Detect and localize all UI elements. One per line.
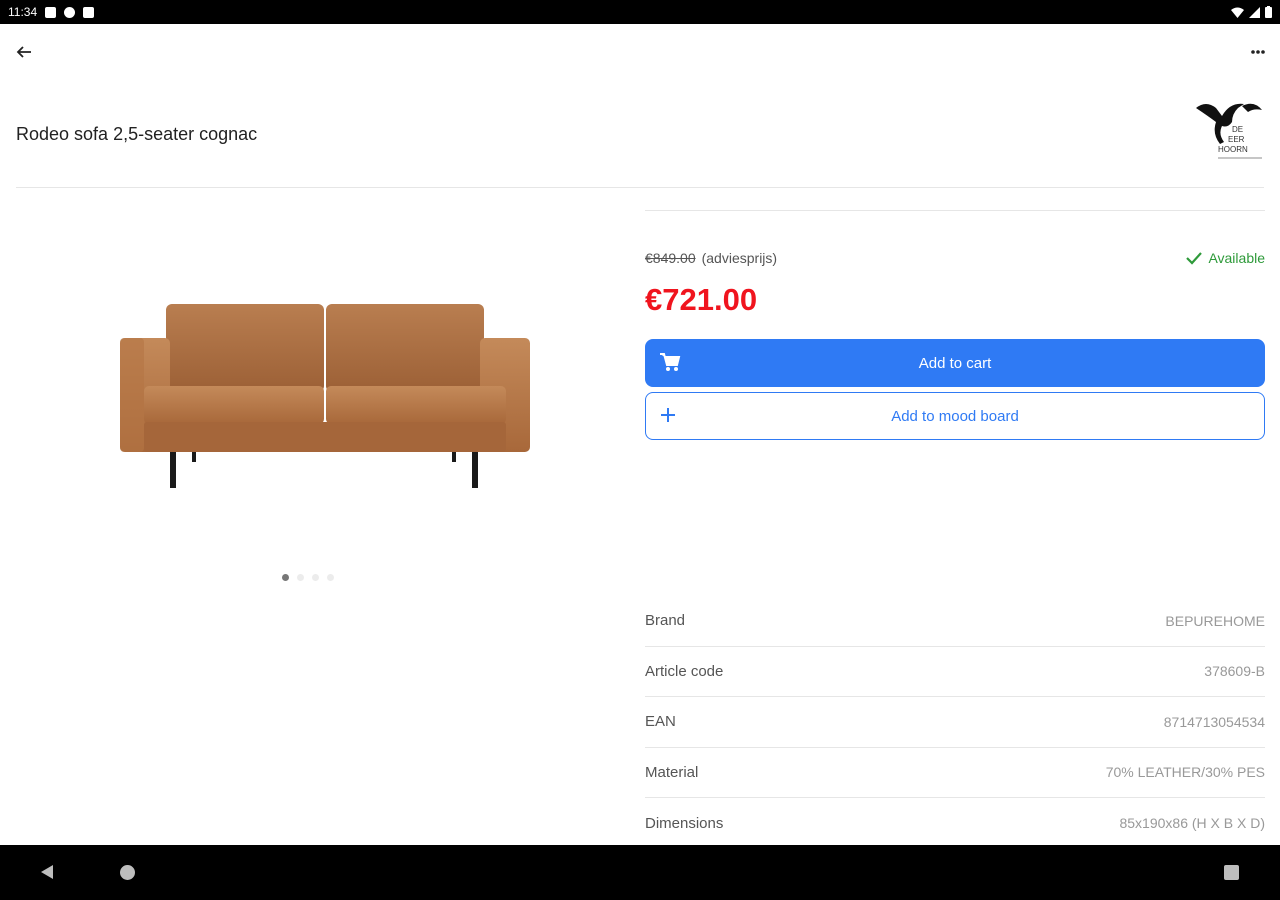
gallery-dot[interactable] xyxy=(327,574,334,581)
arrow-left-icon xyxy=(16,46,31,58)
spec-row: Material 70% LEATHER/30% PES xyxy=(645,748,1265,798)
battery-icon xyxy=(1265,6,1272,18)
spec-value: 70% LEATHER/30% PES xyxy=(1105,764,1265,781)
availability-status: Available xyxy=(1186,250,1265,266)
spec-row: Article code 378609-B xyxy=(645,647,1265,697)
purchase-panel: €849.00 (adviesprijs) Available €721.00 A… xyxy=(645,210,1265,440)
wifi-icon xyxy=(1231,7,1244,18)
product-header: Rodeo sofa 2,5-seater cognac DE EER HOOR… xyxy=(16,90,1264,188)
spec-value: 8714713054534 xyxy=(1163,713,1265,730)
spec-label: Brand xyxy=(645,612,686,630)
product-title: Rodeo sofa 2,5-seater cognac xyxy=(16,124,258,144)
divider xyxy=(645,210,1265,211)
svg-text:HOORN: HOORN xyxy=(1218,145,1248,154)
more-horizontal-icon xyxy=(1251,50,1265,54)
spec-row: EAN 8714713054534 xyxy=(645,697,1265,748)
system-navigation-bar xyxy=(0,845,1280,900)
more-options-button[interactable] xyxy=(1246,40,1270,64)
spec-row: Dimensions 85x190x86 (H X B X D) xyxy=(645,798,1265,849)
gallery-pagination xyxy=(282,574,334,581)
specs-table: Brand BEPUREHOME Article code 378609-B E… xyxy=(645,596,1265,849)
top-app-bar xyxy=(0,24,1280,80)
gallery-dot[interactable] xyxy=(297,574,304,581)
sim-icon xyxy=(83,6,95,18)
gallery-dot[interactable] xyxy=(312,574,319,581)
spec-label: Dimensions xyxy=(645,814,724,832)
spec-value: 85x190x86 (H X B X D) xyxy=(1119,815,1265,832)
spec-label: Article code xyxy=(645,662,724,680)
spec-label: EAN xyxy=(645,713,676,731)
spec-value: 378609-B xyxy=(1204,663,1265,680)
plus-icon xyxy=(661,408,675,422)
old-price: €849.00 xyxy=(645,250,696,266)
cart-icon xyxy=(660,353,681,371)
status-time: 11:34 xyxy=(8,5,38,19)
spec-label: Material xyxy=(645,763,699,781)
svg-text:DE: DE xyxy=(1232,125,1243,134)
back-button[interactable] xyxy=(12,40,36,64)
spec-value: BEPUREHOME xyxy=(1165,612,1265,629)
price-row: €849.00 (adviesprijs) Available xyxy=(645,250,1265,270)
check-icon xyxy=(1186,252,1203,265)
product-image xyxy=(120,304,530,488)
product-image-gallery[interactable] xyxy=(16,210,626,570)
svg-text:EER: EER xyxy=(1228,135,1245,144)
signal-icon xyxy=(1249,6,1260,18)
add-to-cart-label: Add to cart xyxy=(918,354,992,372)
nav-back-icon[interactable] xyxy=(40,864,54,880)
old-price-note: (adviesprijs) xyxy=(701,250,778,266)
add-to-cart-button[interactable]: Add to cart xyxy=(645,339,1265,387)
sale-price: €721.00 xyxy=(645,282,758,317)
spec-row: Brand BEPUREHOME xyxy=(645,596,1265,647)
gallery-dot[interactable] xyxy=(282,574,289,581)
add-to-mood-board-button[interactable]: Add to mood board xyxy=(645,392,1265,440)
notification-icon xyxy=(45,6,57,18)
availability-label: Available xyxy=(1208,250,1265,266)
nav-home-icon[interactable] xyxy=(120,865,135,880)
nav-recents-icon[interactable] xyxy=(1224,865,1239,880)
brand-logo[interactable]: DE EER HOORN xyxy=(1192,98,1264,164)
add-to-mood-board-label: Add to mood board xyxy=(891,407,1019,425)
notification-icon xyxy=(64,6,76,18)
status-bar: 11:34 xyxy=(0,0,1280,24)
